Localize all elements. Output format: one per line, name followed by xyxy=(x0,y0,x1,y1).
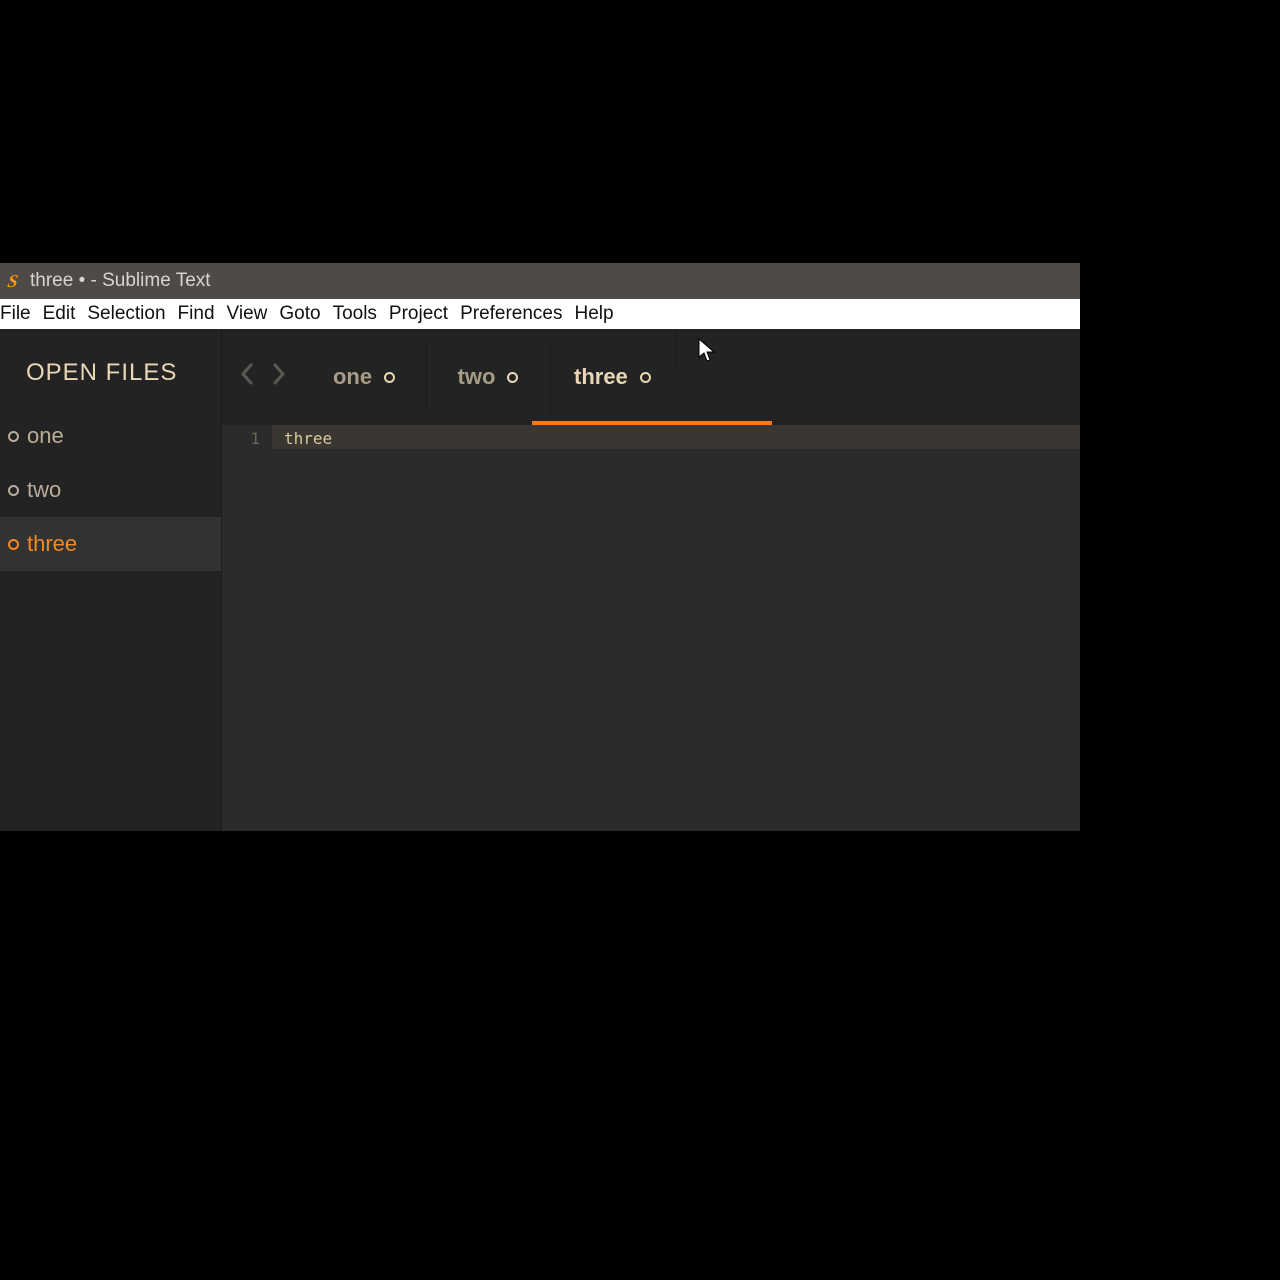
tab-one[interactable]: one xyxy=(302,329,426,425)
tabbar-empty-area[interactable] xyxy=(675,329,1080,425)
open-file-label: three xyxy=(27,531,77,557)
line-number: 1 xyxy=(222,427,260,451)
open-file-item-two[interactable]: two xyxy=(0,463,221,517)
sidebar: OPEN FILES one two three xyxy=(0,329,222,831)
main-area: OPEN FILES one two three xyxy=(0,329,1080,831)
menu-help[interactable]: Help xyxy=(569,299,620,329)
open-file-label: two xyxy=(27,477,61,503)
menu-file[interactable]: File xyxy=(0,299,37,329)
menubar: File Edit Selection Find View Goto Tools… xyxy=(0,299,1080,329)
tab-three[interactable]: three xyxy=(550,329,675,425)
window-title: three • - Sublime Text xyxy=(30,270,211,292)
menu-view[interactable]: View xyxy=(221,299,274,329)
open-file-item-three[interactable]: three xyxy=(0,517,221,571)
menu-selection[interactable]: Selection xyxy=(81,299,171,329)
app-logo-icon: S xyxy=(2,272,23,290)
tab-label: three xyxy=(574,364,628,390)
open-file-label: one xyxy=(27,423,64,449)
tab-two[interactable]: two xyxy=(426,329,550,425)
editor-content[interactable]: 1 three xyxy=(222,425,1080,831)
open-file-item-one[interactable]: one xyxy=(0,409,221,463)
tab-nav-back-icon[interactable] xyxy=(240,363,254,391)
dirty-indicator-icon xyxy=(8,539,19,550)
tab-dirty-indicator-icon xyxy=(384,372,395,383)
editor-region: one two three 1 xyxy=(222,329,1080,831)
tab-label: one xyxy=(333,364,372,390)
editor-text-area[interactable]: three xyxy=(272,425,1080,831)
titlebar[interactable]: S three • - Sublime Text xyxy=(0,263,1080,299)
line-number-gutter: 1 xyxy=(222,425,272,831)
menu-edit[interactable]: Edit xyxy=(37,299,82,329)
menu-find[interactable]: Find xyxy=(172,299,221,329)
menu-tools[interactable]: Tools xyxy=(327,299,383,329)
tab-dirty-indicator-icon xyxy=(640,372,651,383)
editor-line: three xyxy=(284,427,1080,451)
menu-goto[interactable]: Goto xyxy=(273,299,326,329)
tab-label: two xyxy=(458,364,496,390)
tab-nav-arrows xyxy=(222,329,302,425)
app-window: S three • - Sublime Text File Edit Selec… xyxy=(0,263,1080,831)
dirty-indicator-icon xyxy=(8,431,19,442)
tab-dirty-indicator-icon xyxy=(507,372,518,383)
menu-project[interactable]: Project xyxy=(383,299,454,329)
sidebar-title-open-files: OPEN FILES xyxy=(0,349,221,409)
menu-preferences[interactable]: Preferences xyxy=(454,299,568,329)
tabbar: one two three xyxy=(222,329,1080,425)
dirty-indicator-icon xyxy=(8,485,19,496)
tab-nav-forward-icon[interactable] xyxy=(272,363,286,391)
